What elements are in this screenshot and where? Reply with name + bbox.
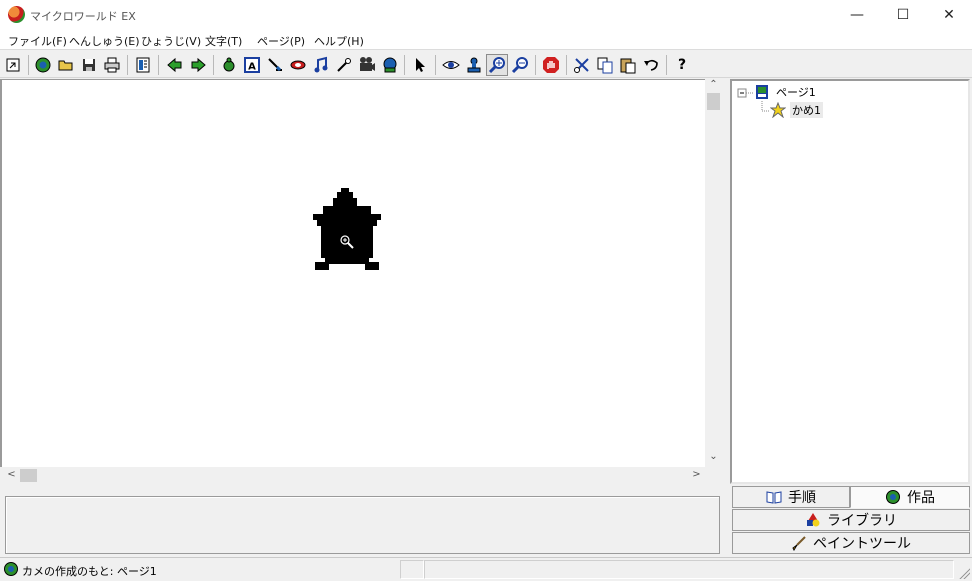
status-globe-icon <box>4 562 18 576</box>
status-bar: カメの作成のもと: ページ1 <box>0 557 972 581</box>
layout-icon[interactable] <box>132 54 154 76</box>
help-icon[interactable]: ? <box>671 54 693 76</box>
tab-paint-label: ペイントツール <box>813 536 911 552</box>
tree-label-page: ページ1 <box>776 86 816 99</box>
toolbar: A ? <box>0 51 972 78</box>
drawing-canvas[interactable] <box>0 79 705 467</box>
copy-icon[interactable] <box>594 54 616 76</box>
app-window: マイクロワールド EX — ☐ ✕ ファイル(F) へんしゅう(E) ひょうじ(… <box>0 0 972 581</box>
tab-library[interactable]: ライブラリ <box>732 509 970 531</box>
title-bar: マイクロワールド EX — ☐ ✕ <box>0 0 972 30</box>
tree-node-turtle[interactable]: かめ1 <box>770 102 823 118</box>
maximize-button[interactable]: ☐ <box>880 0 926 30</box>
toolbar-separator <box>404 55 405 75</box>
toolbar-separator <box>566 55 567 75</box>
project-tree: ページ1 かめ1 <box>730 79 970 484</box>
menu-page[interactable]: ページ(P) <box>257 33 305 49</box>
forward-arrow-icon[interactable] <box>187 54 209 76</box>
help-icon-glyph: ? <box>677 57 687 73</box>
eye-icon[interactable] <box>440 54 462 76</box>
paint-icon[interactable] <box>264 54 286 76</box>
menu-help[interactable]: ヘルプ(H) <box>314 33 364 49</box>
tab-project-label: 作品 <box>907 490 935 506</box>
scroll-up-arrow[interactable]: ⌃ <box>705 79 722 90</box>
globe-tab-icon <box>886 490 900 504</box>
tab-procedures[interactable]: 手順 <box>732 486 850 508</box>
turtle-star-icon <box>770 102 786 118</box>
zoom-in-icon[interactable] <box>486 54 508 76</box>
svg-text:A: A <box>248 62 256 73</box>
toolbar-separator <box>213 55 214 75</box>
print-icon[interactable] <box>101 54 123 76</box>
back-arrow-icon[interactable] <box>164 54 186 76</box>
message-box[interactable] <box>5 496 720 554</box>
tab-paint-tools[interactable]: ペイントツール <box>732 532 970 554</box>
menu-view[interactable]: ひょうじ(V) <box>141 33 201 49</box>
horizontal-scroll-thumb[interactable] <box>20 469 37 482</box>
status-panel <box>400 560 424 579</box>
menu-file[interactable]: ファイル(F) <box>8 33 67 49</box>
new-turtle-icon[interactable] <box>218 54 240 76</box>
button-icon[interactable] <box>287 54 309 76</box>
shapes-icon <box>807 513 820 527</box>
movie-icon[interactable] <box>356 54 378 76</box>
text-box-icon[interactable]: A <box>241 54 263 76</box>
vertical-scroll-thumb[interactable] <box>707 93 720 110</box>
page-icon <box>756 85 768 99</box>
vertical-scrollbar[interactable]: ⌃ ⌄ <box>705 79 722 467</box>
zoom-out-icon[interactable] <box>509 54 531 76</box>
minimize-button[interactable]: — <box>834 0 880 30</box>
scroll-left-arrow[interactable]: < <box>3 469 20 480</box>
tree-node-page[interactable]: ページ1 <box>754 84 818 100</box>
stamp-icon[interactable] <box>463 54 485 76</box>
undo-icon[interactable] <box>640 54 662 76</box>
book-icon <box>766 491 782 504</box>
save-disk-icon[interactable] <box>78 54 100 76</box>
status-panel <box>424 560 954 579</box>
toolbar-separator <box>158 55 159 75</box>
tree-label-turtle: かめ1 <box>790 102 823 118</box>
turtle-sprite[interactable] <box>311 188 383 276</box>
paste-icon[interactable] <box>617 54 639 76</box>
toolbar-separator <box>535 55 536 75</box>
open-folder-icon[interactable] <box>55 54 77 76</box>
record-icon[interactable] <box>379 54 401 76</box>
resize-grip-icon[interactable] <box>958 567 970 579</box>
tab-procedures-label: 手順 <box>788 490 816 506</box>
menu-bar: ファイル(F) へんしゅう(E) ひょうじ(V) 文字(T) ページ(P) ヘル… <box>0 30 972 50</box>
toolbar-separator <box>435 55 436 75</box>
brush-icon <box>792 536 806 551</box>
restore-icon[interactable] <box>2 54 24 76</box>
app-logo-icon <box>8 6 25 23</box>
tab-project[interactable]: 作品 <box>850 486 970 508</box>
scroll-down-arrow[interactable]: ⌄ <box>705 451 722 462</box>
close-button[interactable]: ✕ <box>926 0 972 30</box>
menu-text[interactable]: 文字(T) <box>205 33 242 49</box>
scroll-right-arrow[interactable]: > <box>688 469 705 480</box>
toolbar-separator <box>666 55 667 75</box>
toolbar-separator <box>127 55 128 75</box>
globe-icon[interactable] <box>32 54 54 76</box>
pointer-icon[interactable] <box>409 54 431 76</box>
cut-icon[interactable] <box>571 54 593 76</box>
horizontal-scrollbar[interactable]: < > <box>0 467 705 484</box>
toolbar-separator <box>28 55 29 75</box>
music-icon[interactable] <box>310 54 332 76</box>
status-text: カメの作成のもと: ページ1 <box>22 565 157 578</box>
stop-hand-icon[interactable] <box>540 54 562 76</box>
tab-library-label: ライブラリ <box>827 513 897 529</box>
slider-icon[interactable] <box>333 54 355 76</box>
window-title: マイクロワールド EX <box>30 10 136 23</box>
menu-edit[interactable]: へんしゅう(E) <box>69 33 140 49</box>
